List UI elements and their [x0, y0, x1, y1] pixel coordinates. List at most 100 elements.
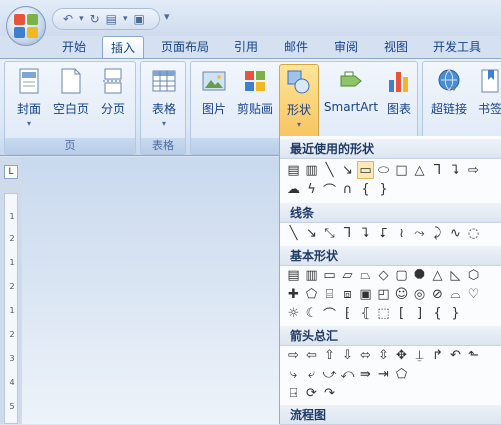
right-brace-shape[interactable]: }	[448, 305, 463, 321]
curved-connector-shape[interactable]: ≀	[394, 225, 409, 241]
arrow-line-shape[interactable]: ↘	[304, 225, 319, 241]
elbow-double-arrow-shape[interactable]: ⮦	[376, 225, 391, 241]
tab-home[interactable]: 开始	[52, 36, 96, 58]
left-right-up-arrow-shape[interactable]: ⍊	[412, 347, 427, 363]
pentagon-shape[interactable]: ⬠	[304, 286, 319, 302]
blank-page-button[interactable]: 空白页	[51, 68, 91, 117]
quad-arrow-shape[interactable]: ✥	[394, 347, 409, 363]
save-icon[interactable]: ▣	[134, 12, 145, 26]
elbow-connector-shape[interactable]: Ꞁ	[340, 225, 355, 241]
right-brace-shape[interactable]: }	[376, 181, 391, 197]
curve-shape[interactable]: ∿	[448, 225, 463, 241]
rounded-rectangle-shape[interactable]: ▢	[394, 267, 409, 283]
curved-up-arrow-shape[interactable]: ⤻	[322, 366, 337, 382]
tab-developer[interactable]: 开发工具	[424, 36, 490, 58]
document-canvas[interactable]	[22, 157, 279, 424]
plaque-shape[interactable]: ⬚	[376, 305, 391, 321]
cube-shape[interactable]: ⧈	[340, 286, 355, 302]
notched-right-arrow-shape[interactable]: ⇥	[376, 366, 391, 382]
rectangle-shape[interactable]: ▭	[357, 161, 374, 179]
left-up-arrow-shape[interactable]: ⬑	[466, 347, 481, 363]
arc-arrow-shape[interactable]: ↷	[322, 385, 337, 401]
tab-view[interactable]: 视图	[376, 36, 416, 58]
curved-down-arrow-shape[interactable]: ⤺	[340, 366, 355, 382]
tab-references[interactable]: 引用	[226, 36, 266, 58]
striped-right-arrow-shape[interactable]: ⇛	[358, 366, 373, 382]
trapezoid-shape[interactable]: ⏢	[358, 267, 373, 283]
elbow-connector-shape[interactable]: Ꞁ	[430, 162, 445, 178]
double-bracket-shape[interactable]: ⁅	[340, 305, 355, 321]
curved-right-arrow-shape[interactable]: ⤷	[286, 366, 301, 382]
octagon-shape[interactable]: ⯃	[412, 267, 427, 283]
arc-shape[interactable]: ⌒	[322, 305, 337, 323]
left-bracket-shape[interactable]: [	[394, 305, 409, 321]
moon-shape[interactable]: ☾	[304, 305, 319, 321]
up-down-arrow-shape[interactable]: ⇳	[376, 347, 391, 363]
shapes-button[interactable]: 形状 ▾	[279, 64, 319, 138]
text-box-shape[interactable]: ▤	[286, 162, 301, 178]
heart-shape[interactable]: ♡	[466, 286, 481, 302]
double-arrow-line-shape[interactable]: ⤡	[322, 225, 337, 241]
curved-arrow-shape[interactable]: ⤳	[412, 225, 427, 241]
undo-icon[interactable]: ↶	[63, 12, 73, 26]
elbow-arrow-shape[interactable]: ⮧	[448, 162, 463, 178]
curve-shape[interactable]: ∩	[340, 181, 355, 197]
vertical-text-box-shape[interactable]: ▥	[304, 162, 319, 178]
print-preview-icon[interactable]: ▤	[106, 12, 117, 26]
curved-left-arrow-shape[interactable]: ⤶	[304, 366, 319, 382]
tab-selector-button[interactable]: L	[4, 165, 18, 179]
cross-shape[interactable]: ✚	[286, 286, 301, 302]
hyperlink-button[interactable]: 超链接	[427, 68, 471, 117]
tab-page-layout[interactable]: 页面布局	[152, 36, 218, 58]
smiley-face-shape[interactable]: ☺	[394, 286, 409, 302]
left-brace-shape[interactable]: {	[430, 305, 445, 321]
freeform-shape[interactable]: ◌	[466, 225, 481, 241]
page-break-button[interactable]: 分页	[95, 68, 131, 117]
picture-button[interactable]: 图片	[197, 68, 231, 117]
rectangle-shape[interactable]: □	[394, 162, 409, 178]
right-arrow-shape[interactable]: ⇨	[466, 162, 481, 178]
no-symbol-shape[interactable]: ⊘	[430, 286, 445, 302]
left-arrow-shape[interactable]: ⇦	[304, 347, 319, 363]
smartart-button[interactable]: SmartArt	[323, 68, 379, 114]
dropdown-icon[interactable]: ▾	[123, 14, 128, 24]
diamond-shape[interactable]: ◇	[376, 267, 391, 283]
redo-icon[interactable]: ↻	[90, 12, 100, 26]
arc-shape[interactable]: ⌒	[322, 181, 337, 199]
triangle-shape[interactable]: △	[430, 267, 445, 283]
down-arrow-shape[interactable]: ⇩	[340, 347, 355, 363]
hexagon-shape[interactable]: ⬡	[466, 267, 481, 283]
line-shape[interactable]: ╲	[286, 225, 301, 241]
triangle-shape[interactable]: △	[412, 162, 427, 178]
pentagon-arrow-shape[interactable]: ⬠	[394, 366, 409, 382]
vertical-text-box-shape[interactable]: ▥	[304, 267, 319, 283]
tab-insert[interactable]: 插入	[102, 36, 144, 58]
lightning-shape[interactable]: ϟ	[304, 181, 319, 197]
text-box-shape[interactable]: ▤	[286, 267, 301, 283]
cloud-shape[interactable]: ☁	[286, 181, 301, 197]
parallelogram-shape[interactable]: ▱	[340, 267, 355, 283]
can-shape[interactable]: ⌸	[322, 286, 337, 302]
u-turn-arrow-shape[interactable]: ↶	[448, 347, 463, 363]
clip-art-button[interactable]: 剪贴画	[235, 68, 275, 117]
right-arrow-callout-shape[interactable]: ⍈	[286, 385, 301, 401]
customize-qat-button[interactable]: ▾	[164, 10, 170, 23]
up-arrow-shape[interactable]: ⇧	[322, 347, 337, 363]
office-button[interactable]	[6, 6, 46, 46]
oval-shape[interactable]: ⬭	[376, 162, 391, 178]
bevel-shape[interactable]: ▣	[358, 286, 373, 302]
right-triangle-shape[interactable]: ◺	[448, 267, 463, 283]
chart-button[interactable]: 图表	[383, 68, 415, 117]
folded-corner-shape[interactable]: ◰	[376, 286, 391, 302]
rectangle-shape[interactable]: ▭	[322, 267, 337, 283]
sun-shape[interactable]: ☼	[286, 305, 301, 321]
right-bracket-shape[interactable]: ]	[412, 305, 427, 321]
line-shape[interactable]: ╲	[322, 162, 337, 178]
tab-mailings[interactable]: 邮件	[276, 36, 316, 58]
double-brace-shape[interactable]: ⦃	[358, 305, 373, 321]
bookmark-button[interactable]: 书签	[473, 68, 501, 117]
cover-page-button[interactable]: 封面 ▾	[11, 68, 47, 128]
elbow-arrow-shape[interactable]: ⮧	[358, 225, 373, 241]
circular-arrow-shape[interactable]: ⟳	[304, 385, 319, 401]
dropdown-icon[interactable]: ▾	[79, 14, 84, 24]
